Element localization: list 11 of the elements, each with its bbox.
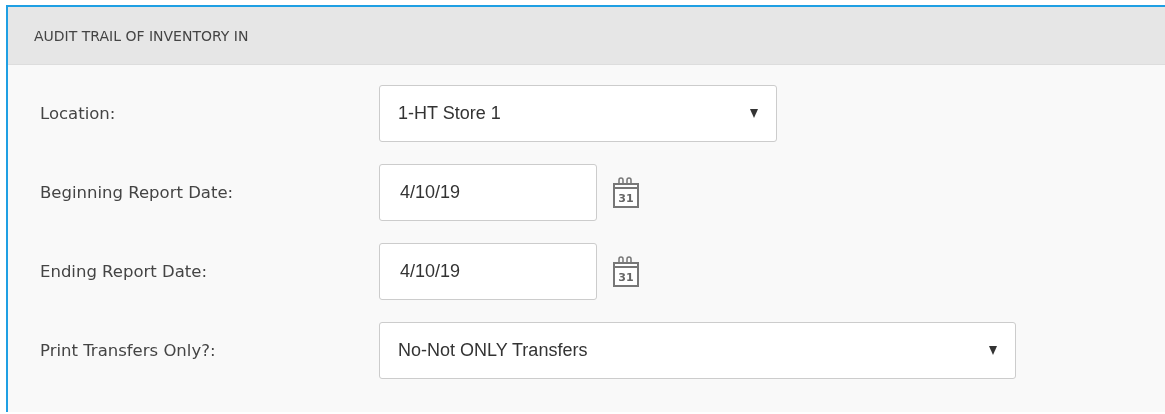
field-label: Ending Report Date: [40, 262, 209, 281]
date-field[interactable]: 4/10/19 [379, 243, 597, 300]
field-label: Beginning Report Date: [40, 183, 235, 202]
caret-icon [750, 109, 758, 118]
field-label: Location: [40, 104, 117, 123]
caret-icon [989, 346, 997, 355]
date-field[interactable]: 4/10/19 [379, 164, 597, 221]
panel-title: AUDIT TRAIL OF INVENTORY IN [34, 27, 249, 44]
field-label: Print Transfers Only?: [40, 341, 217, 360]
dropdown[interactable]: 1-HT Store 1 [379, 85, 777, 142]
dropdown[interactable]: No-Not ONLY Transfers [379, 322, 1016, 379]
